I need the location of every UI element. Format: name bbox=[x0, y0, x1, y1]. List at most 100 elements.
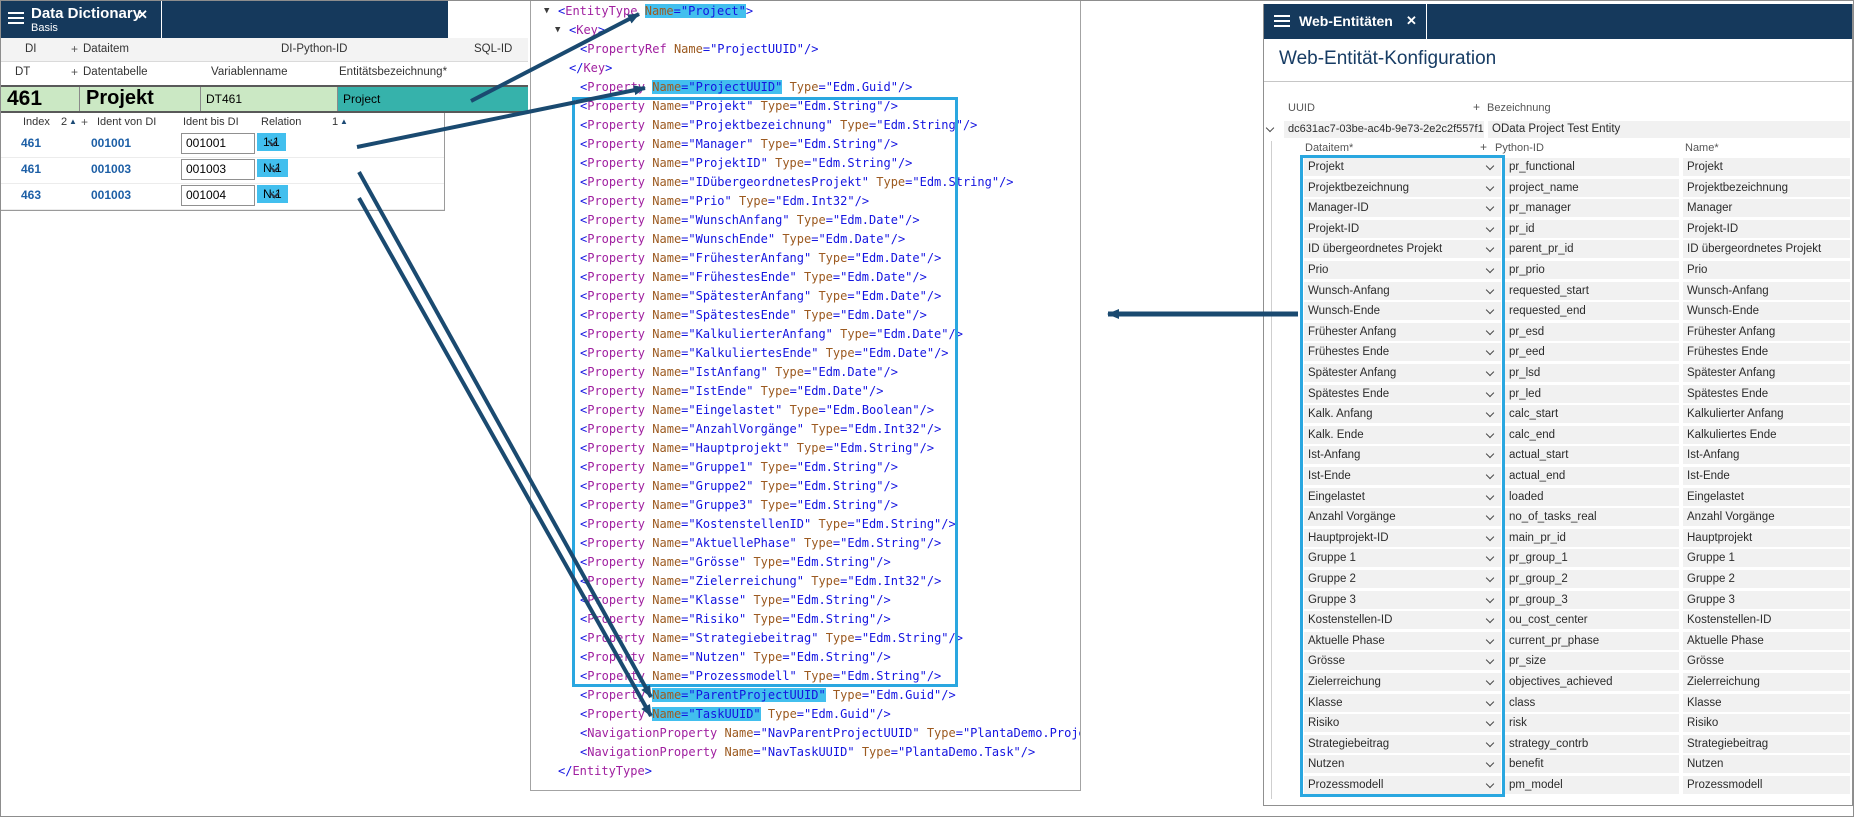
sort-asc-icon[interactable]: ▲ bbox=[69, 117, 77, 126]
mapping-row: NutzenbenefitNutzen bbox=[1, 755, 1853, 775]
mapping-row: Kostenstellen-IDou_cost_centerKostenstel… bbox=[1, 611, 1853, 631]
chevron-down-icon[interactable] bbox=[1486, 388, 1494, 396]
chevron-down-icon[interactable] bbox=[1486, 780, 1494, 788]
name-cell: Projektbezeichnung bbox=[1683, 179, 1850, 197]
dataitem-select[interactable]: Gruppe 3 bbox=[1304, 591, 1501, 609]
dataitem-select[interactable]: Projekt bbox=[1304, 158, 1501, 176]
plus-icon[interactable]: + bbox=[1480, 140, 1487, 154]
col-dataitem: Dataitem bbox=[83, 43, 129, 55]
record-variablenname[interactable]: DT461 bbox=[201, 87, 338, 111]
dataitem-select[interactable]: Grösse bbox=[1304, 652, 1501, 670]
dataitem-select[interactable]: Kalk. Ende bbox=[1304, 426, 1501, 444]
chevron-down-icon[interactable] bbox=[1486, 491, 1494, 499]
chevron-down-icon[interactable] bbox=[1486, 697, 1494, 705]
chevron-down-icon[interactable] bbox=[1486, 409, 1494, 417]
dataitem-select[interactable]: Gruppe 2 bbox=[1304, 570, 1501, 588]
plus-icon[interactable]: + bbox=[71, 42, 78, 56]
dataitem-select[interactable]: Projektbezeichnung bbox=[1304, 179, 1501, 197]
menu-icon[interactable] bbox=[8, 12, 24, 14]
chevron-down-icon[interactable] bbox=[1486, 430, 1494, 438]
plus-icon[interactable]: + bbox=[1473, 100, 1480, 114]
dataitem-select[interactable]: Prozessmodell bbox=[1304, 776, 1501, 794]
dataitem-select[interactable]: Strategiebeitrag bbox=[1304, 735, 1501, 753]
dataitem-select[interactable]: Manager-ID bbox=[1304, 199, 1501, 217]
dataitem-select[interactable]: Eingelastet bbox=[1304, 488, 1501, 506]
chevron-down-icon[interactable] bbox=[1486, 656, 1494, 664]
chevron-down-icon[interactable] bbox=[1486, 615, 1494, 623]
dataitem-select[interactable]: Nutzen bbox=[1304, 755, 1501, 773]
dataitem-select[interactable]: Prio bbox=[1304, 261, 1501, 279]
name-cell: Projekt-ID bbox=[1683, 220, 1850, 238]
mapping-row: EingelastetloadedEingelastet bbox=[1, 488, 1853, 508]
chevron-down-icon[interactable] bbox=[1486, 347, 1494, 355]
chevron-down-icon[interactable] bbox=[1486, 739, 1494, 747]
xml-line: <PropertyRef Name="ProjectUUID"/> bbox=[531, 40, 1080, 59]
relation-dropdown[interactable]: 1:1 bbox=[257, 133, 286, 151]
python-id-cell: requested_start bbox=[1505, 282, 1679, 300]
chevron-down-icon[interactable] bbox=[1486, 636, 1494, 644]
chevron-down-icon[interactable] bbox=[1486, 471, 1494, 479]
entity-bezeichnung-cell[interactable]: OData Project Test Entity bbox=[1488, 121, 1850, 138]
chevron-down-icon[interactable] bbox=[1486, 265, 1494, 273]
dataitem-select[interactable]: Risiko bbox=[1304, 714, 1501, 732]
dataitem-select[interactable]: Hauptprojekt-ID bbox=[1304, 529, 1501, 547]
chevron-down-icon[interactable] bbox=[267, 137, 277, 147]
chevron-down-icon[interactable] bbox=[1486, 244, 1494, 252]
col-dt: DT bbox=[15, 66, 30, 78]
chevron-down-icon[interactable] bbox=[1486, 759, 1494, 767]
chevron-down-icon[interactable] bbox=[1486, 203, 1494, 211]
dataitem-select[interactable]: Spätestes Ende bbox=[1304, 385, 1501, 403]
sort-order-2[interactable]: 2 bbox=[61, 116, 67, 128]
ident-von-di[interactable]: 001001 bbox=[91, 136, 131, 150]
collapse-arrow-icon[interactable]: ▼ bbox=[544, 2, 549, 21]
chevron-down-icon[interactable] bbox=[1486, 574, 1494, 582]
dataitem-select[interactable]: Anzahl Vorgänge bbox=[1304, 508, 1501, 526]
collapse-arrow-icon[interactable]: ▼ bbox=[555, 21, 560, 40]
chevron-down-icon[interactable] bbox=[1486, 162, 1494, 170]
dataitem-select[interactable]: Ist-Anfang bbox=[1304, 446, 1501, 464]
name-cell: Klasse bbox=[1683, 694, 1850, 712]
chevron-down-icon[interactable] bbox=[1486, 533, 1494, 541]
record-datentabelle[interactable]: Projekt bbox=[80, 87, 201, 111]
chevron-down-icon[interactable] bbox=[1486, 285, 1494, 293]
dataitem-select[interactable]: Kalk. Anfang bbox=[1304, 405, 1501, 423]
dataitem-select[interactable]: Klasse bbox=[1304, 694, 1501, 712]
dataitem-select[interactable]: Wunsch-Anfang bbox=[1304, 282, 1501, 300]
sort-order-1[interactable]: 1 bbox=[332, 116, 338, 128]
dataitem-select[interactable]: Aktuelle Phase bbox=[1304, 632, 1501, 650]
dataitem-select[interactable]: Kostenstellen-ID bbox=[1304, 611, 1501, 629]
dataitem-select[interactable]: Gruppe 1 bbox=[1304, 549, 1501, 567]
col-name: Name* bbox=[1685, 142, 1719, 154]
chevron-down-icon[interactable] bbox=[1486, 327, 1494, 335]
plus-icon[interactable]: + bbox=[81, 115, 88, 129]
dataitem-select[interactable]: Ist-Ende bbox=[1304, 467, 1501, 485]
dataitem-select[interactable]: Frühester Anfang bbox=[1304, 323, 1501, 341]
record-entity-selected[interactable]: Project bbox=[338, 87, 528, 111]
dataitem-select[interactable]: Zielerreichung bbox=[1304, 673, 1501, 691]
chevron-down-icon[interactable] bbox=[1486, 306, 1494, 314]
chevron-down-icon[interactable] bbox=[1486, 677, 1494, 685]
close-icon[interactable]: ✕ bbox=[1406, 13, 1417, 29]
record-dt[interactable]: 461 bbox=[1, 87, 80, 111]
chevron-down-icon[interactable] bbox=[1486, 368, 1494, 376]
dataitem-select[interactable]: ID übergeordnetes Projekt bbox=[1304, 240, 1501, 258]
chevron-down-icon[interactable] bbox=[1486, 182, 1494, 190]
chevron-down-icon[interactable] bbox=[1486, 718, 1494, 726]
sort-asc-icon[interactable]: ▲ bbox=[340, 117, 348, 126]
dataitem-select[interactable]: Wunsch-Ende bbox=[1304, 302, 1501, 320]
entity-uuid-cell[interactable]: dc631ac7-03be-ac4b-9e73-2e2c2f557f1a bbox=[1284, 121, 1484, 138]
close-icon[interactable]: ✕ bbox=[137, 7, 148, 23]
menu-icon[interactable] bbox=[1274, 15, 1290, 17]
col-di-python-id: DI-Python-ID bbox=[281, 43, 347, 55]
chevron-down-icon[interactable] bbox=[1486, 224, 1494, 232]
chevron-down-icon[interactable] bbox=[1486, 450, 1494, 458]
plus-icon[interactable]: + bbox=[71, 65, 78, 79]
python-id-cell: pr_eed bbox=[1505, 343, 1679, 361]
dataitem-select[interactable]: Projekt-ID bbox=[1304, 220, 1501, 238]
chevron-down-icon[interactable] bbox=[1486, 512, 1494, 520]
dataitem-select[interactable]: Frühestes Ende bbox=[1304, 343, 1501, 361]
ident-bis-di-input[interactable]: 001001 bbox=[181, 133, 255, 154]
chevron-down-icon[interactable] bbox=[1486, 594, 1494, 602]
dataitem-select[interactable]: Spätester Anfang bbox=[1304, 364, 1501, 382]
chevron-down-icon[interactable] bbox=[1486, 553, 1494, 561]
